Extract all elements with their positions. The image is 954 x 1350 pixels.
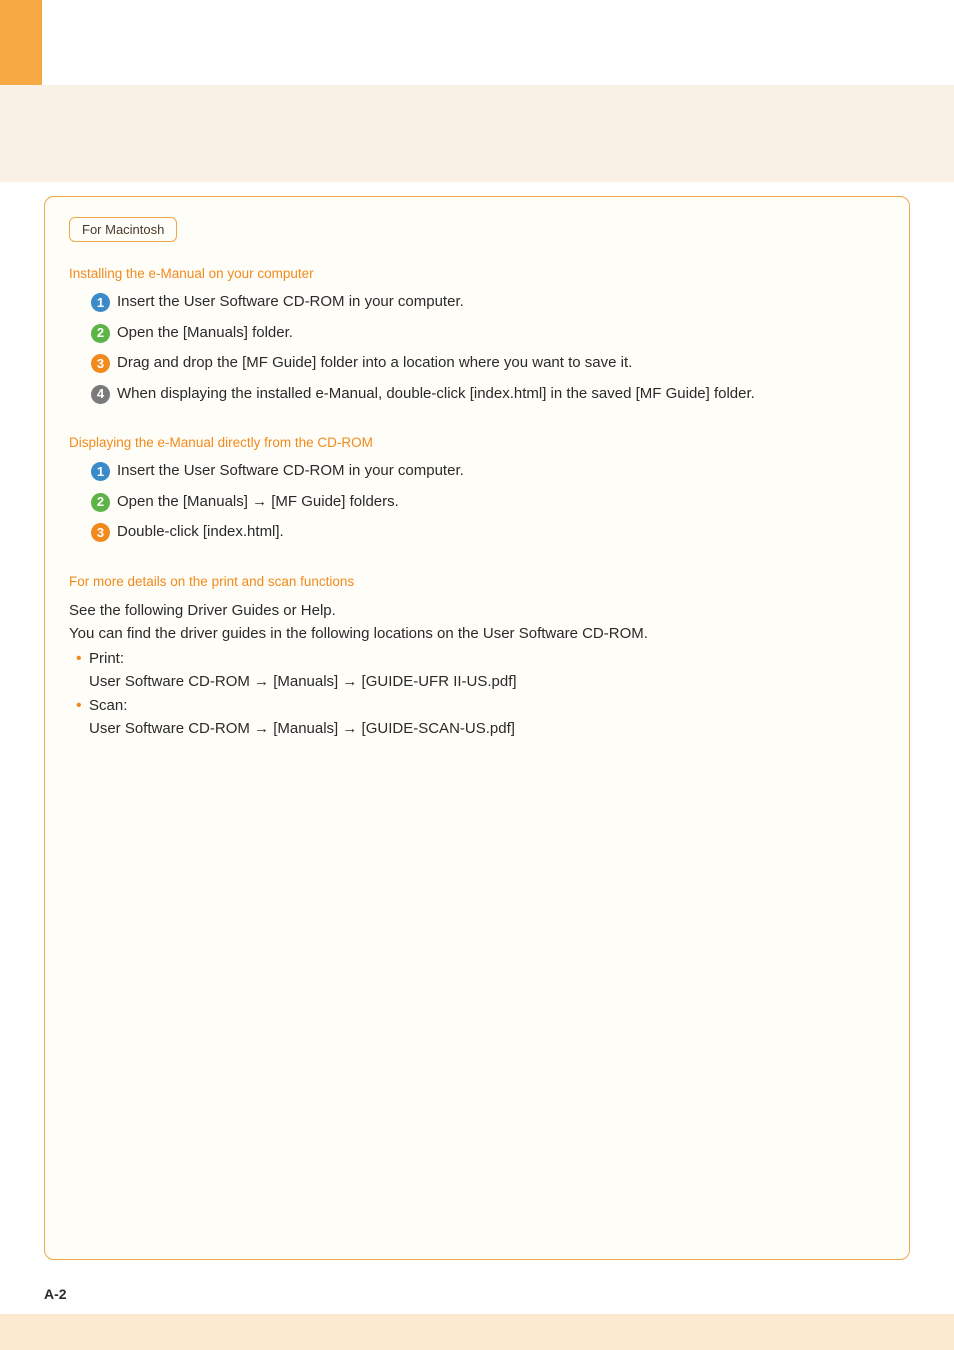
step-text: Double-click [index.html].	[117, 521, 284, 544]
step-number-icon: 1	[91, 293, 110, 312]
page-number: A-2	[44, 1286, 67, 1302]
footer-strip	[0, 1314, 954, 1350]
step-item: 2 Open the [Manuals] folder.	[91, 322, 885, 345]
list-item-path: User Software CD-ROM → [Manuals] → [GUID…	[69, 717, 885, 740]
content-panel: For Macintosh Installing the e-Manual on…	[44, 196, 910, 1260]
step-item: 3 Double-click [index.html].	[91, 521, 885, 544]
step-number-icon: 4	[91, 385, 110, 404]
step-number-icon: 1	[91, 462, 110, 481]
step-text: Open the [Manuals] → [MF Guide] folders.	[117, 491, 399, 514]
platform-tab: For Macintosh	[69, 217, 177, 242]
step-item: 4 When displaying the installed e-Manual…	[91, 383, 885, 406]
step-number-icon: 3	[91, 354, 110, 373]
step-item: 1 Insert the User Software CD-ROM in you…	[91, 291, 885, 314]
step-number-icon: 3	[91, 523, 110, 542]
header-lower-band	[0, 85, 954, 182]
step-text: Drag and drop the [MF Guide] folder into…	[117, 352, 632, 375]
section-title-display: Displaying the e-Manual directly from th…	[69, 435, 885, 450]
step-number-icon: 2	[91, 324, 110, 343]
step-text: Insert the User Software CD-ROM in your …	[117, 460, 464, 483]
details-intro-2: You can find the driver guides in the fo…	[69, 622, 885, 645]
install-steps: 1 Insert the User Software CD-ROM in you…	[91, 291, 885, 405]
step-item: 2 Open the [Manuals] → [MF Guide] folder…	[91, 491, 885, 514]
step-number-icon: 2	[91, 493, 110, 512]
section-title-details: For more details on the print and scan f…	[69, 574, 885, 589]
section-title-install: Installing the e-Manual on your computer	[69, 266, 885, 281]
step-item: 1 Insert the User Software CD-ROM in you…	[91, 460, 885, 483]
step-text: Open the [Manuals] folder.	[117, 322, 293, 345]
details-intro-1: See the following Driver Guides or Help.	[69, 599, 885, 622]
driver-guides-list: Print: User Software CD-ROM → [Manuals] …	[69, 647, 885, 740]
step-item: 3 Drag and drop the [MF Guide] folder in…	[91, 352, 885, 375]
list-item: Scan:	[69, 694, 885, 717]
list-item: Print:	[69, 647, 885, 670]
step-text: Insert the User Software CD-ROM in your …	[117, 291, 464, 314]
corner-accent	[0, 0, 42, 85]
list-item-path: User Software CD-ROM → [Manuals] → [GUID…	[69, 670, 885, 693]
display-steps: 1 Insert the User Software CD-ROM in you…	[91, 460, 885, 544]
step-text: When displaying the installed e-Manual, …	[117, 383, 755, 406]
